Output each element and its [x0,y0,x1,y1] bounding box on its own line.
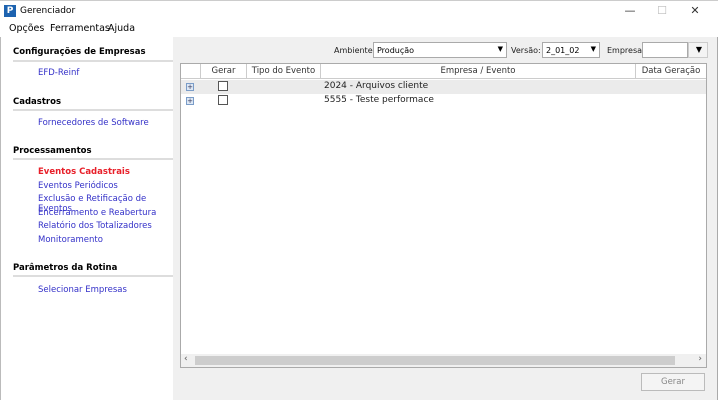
link-fornecedores-software[interactable]: Fornecedores de Software [38,118,149,128]
ambiente-select[interactable]: Produção ▼ [373,42,507,58]
divider [13,60,173,62]
menu-bar: Opções Ferramentas Ajuda [0,20,718,37]
ambiente-value: Produção [377,46,415,55]
section-configuracoes: Configurações de Empresas [13,47,146,57]
sidebar: Configurações de Empresas EFD-Reinf Cada… [0,37,173,400]
close-button[interactable]: ✕ [681,3,709,19]
divider [13,275,173,277]
link-selecionar-empresas[interactable]: Selecionar Empresas [38,285,127,295]
table-row[interactable]: + 2024 - Arquivos cliente [181,80,706,94]
versao-label: Versão: [511,46,541,55]
header-tipo-evento[interactable]: Tipo do Evento [247,64,321,79]
link-eventos-cadastrais[interactable]: Eventos Cadastrais [38,167,130,177]
link-encerramento-reabertura[interactable]: Encerramento e Reabertura [38,208,156,218]
section-parametros: Parâmetros da Rotina [13,263,118,273]
header-data-geracao[interactable]: Data Geração [636,64,706,79]
menu-ferramentas[interactable]: Ferramentas [50,23,110,34]
chevron-down-icon: ▼ [590,45,596,53]
link-eventos-periodicos[interactable]: Eventos Periódicos [38,181,118,191]
table-row[interactable]: + 5555 - Teste performace [181,94,706,108]
scroll-right-icon[interactable]: › [698,354,702,364]
empresa-label: Empresa: [607,46,645,55]
chevron-down-icon: ▼ [497,45,503,53]
main-panel: Ambiente: Produção ▼ Versão: 2_01_02 ▼ Emp… [173,37,718,400]
gerar-checkbox[interactable] [218,95,228,105]
title-bar: P Gerenciador — ☐ ✕ [0,0,718,20]
empresa-evento-cell: 2024 - Arquivos cliente [324,81,429,91]
link-monitoramento[interactable]: Monitoramento [38,235,103,245]
header-gerar[interactable]: Gerar [201,64,247,79]
events-grid: Gerar Tipo do Evento Empresa / Evento Da… [180,63,707,368]
menu-ajuda[interactable]: Ajuda [108,23,135,34]
empresa-dropdown-button[interactable]: ▼ [688,42,708,58]
minimize-button[interactable]: — [616,3,644,19]
versao-value: 2_01_02 [546,46,580,55]
horizontal-scrollbar[interactable]: ‹ › [181,354,706,367]
expand-icon[interactable]: + [186,97,194,105]
app-icon: P [4,5,16,17]
window-title: Gerenciador [20,6,76,16]
scroll-left-icon[interactable]: ‹ [184,354,188,364]
empresa-evento-cell: 5555 - Teste performace [324,95,434,105]
versao-select[interactable]: 2_01_02 ▼ [542,42,600,58]
divider [13,158,173,160]
gerar-checkbox[interactable] [218,81,228,91]
link-relatorio-totalizadores[interactable]: Relatório dos Totalizadores [38,221,152,231]
divider [13,109,173,111]
section-cadastros: Cadastros [13,97,62,107]
section-processamentos: Processamentos [13,146,92,156]
ambiente-label: Ambiente: [334,46,376,55]
chevron-down-icon: ▼ [695,45,702,54]
maximize-button[interactable]: ☐ [648,3,676,19]
header-expand [181,64,201,79]
header-empresa-evento[interactable]: Empresa / Evento [321,64,636,79]
scrollbar-thumb[interactable] [195,356,675,365]
empresa-input[interactable] [642,42,688,58]
link-efd-reinf[interactable]: EFD-Reinf [38,68,79,78]
menu-opcoes[interactable]: Opções [9,23,44,34]
gerar-button[interactable]: Gerar [641,373,705,391]
expand-icon[interactable]: + [186,83,194,91]
